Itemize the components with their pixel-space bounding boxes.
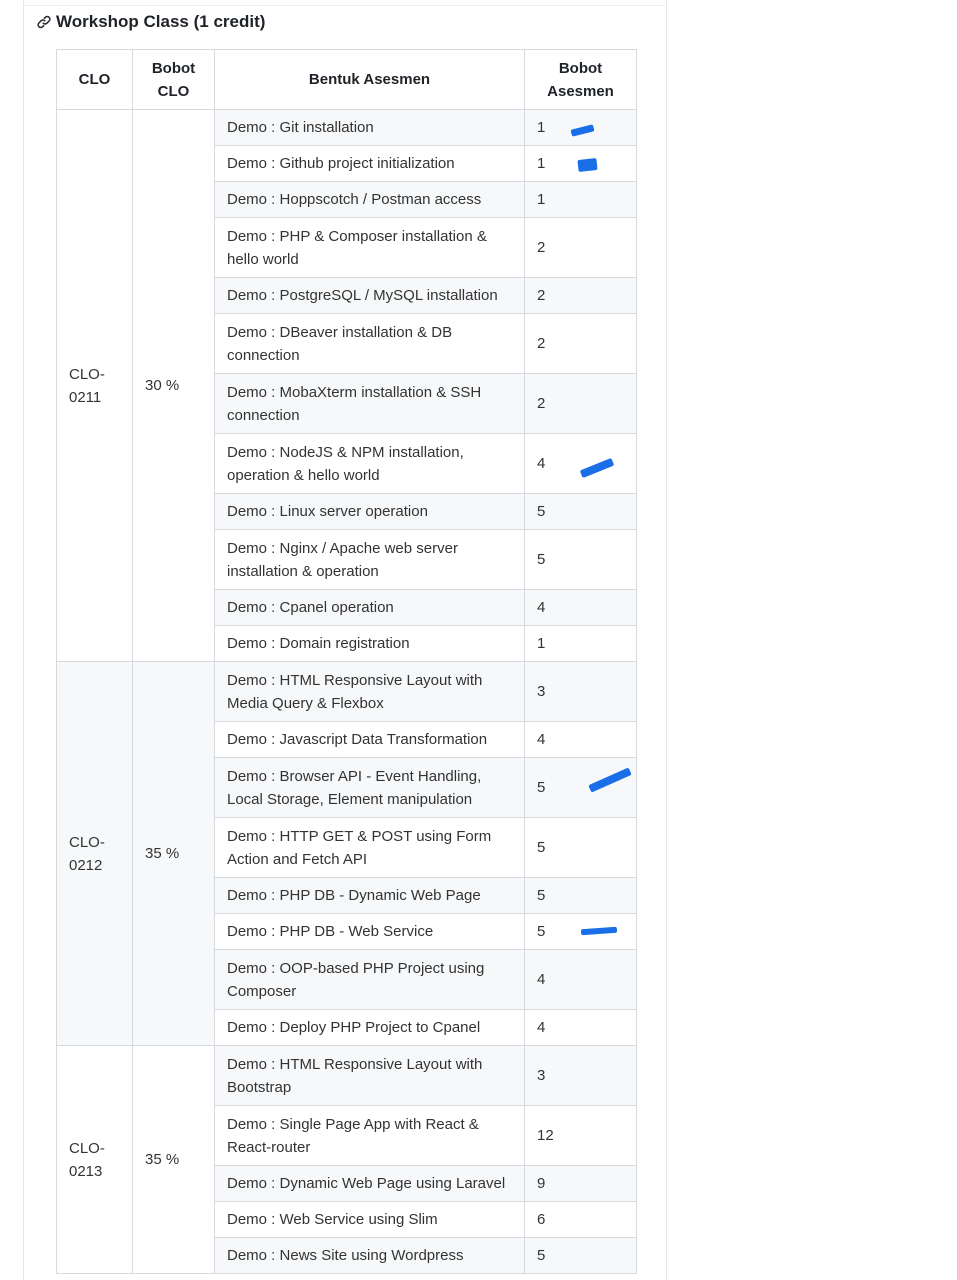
bentuk-asesmen-cell: Demo : NodeJS & NPM installation, operat… xyxy=(214,433,525,494)
bobot-clo-cell: 30 % xyxy=(132,109,215,662)
bobot-asesmen-cell: 6 xyxy=(524,1201,637,1238)
bobot-asesmen-cell: 4 xyxy=(524,949,637,1010)
bobot-asesmen-cell: 2 xyxy=(524,277,637,314)
bentuk-asesmen-cell: Demo : PHP DB - Web Service xyxy=(214,913,525,950)
bobot-asesmen-cell: 3 xyxy=(524,661,637,722)
bentuk-asesmen-cell: Demo : Hoppscotch / Postman access xyxy=(214,181,525,218)
bentuk-asesmen-cell: Demo : PostgreSQL / MySQL installation xyxy=(214,277,525,314)
bobot-asesmen-cell: 9 xyxy=(524,1165,637,1202)
bobot-clo-cell: 35 % xyxy=(132,661,215,1046)
table-body: CLO-0211 30 % Demo : Git installation 1 Demo… xyxy=(56,109,637,1274)
bobot-asesmen-cell: 5 xyxy=(524,529,637,590)
pen-mark xyxy=(577,158,598,172)
bobot-asesmen-cell: 4 xyxy=(524,589,637,626)
header-bobot-clo: Bobot CLO xyxy=(132,49,215,110)
top-divider xyxy=(23,5,667,6)
section-title: Workshop Class (1 credit) xyxy=(56,12,266,31)
bentuk-asesmen-cell: Demo : Web Service using Slim xyxy=(214,1201,525,1238)
bentuk-asesmen-cell: Demo : News Site using Wordpress xyxy=(214,1237,525,1274)
bentuk-asesmen-cell: Demo : MobaXterm installation & SSH conn… xyxy=(214,373,525,434)
bentuk-asesmen-cell: Demo : Git installation xyxy=(214,109,525,146)
bentuk-asesmen-cell: Demo : Nginx / Apache web server install… xyxy=(214,529,525,590)
bentuk-asesmen-cell: Demo : Single Page App with React & Reac… xyxy=(214,1105,525,1166)
assessment-table: CLO Bobot CLO Bentuk Asesmen Bobot Asesm… xyxy=(56,49,637,1274)
bentuk-asesmen-cell: Demo : DBeaver installation & DB connect… xyxy=(214,313,525,374)
bentuk-asesmen-cell: Demo : Domain registration xyxy=(214,625,525,662)
bobot-asesmen-cell: 5 xyxy=(524,877,637,914)
bobot-asesmen-cell: 5 xyxy=(524,493,637,530)
bentuk-asesmen-cell: Demo : Cpanel operation xyxy=(214,589,525,626)
bobot-clo-cell: 35 % xyxy=(132,1045,215,1274)
bentuk-asesmen-cell: Demo : Deploy PHP Project to Cpanel xyxy=(214,1009,525,1046)
bentuk-asesmen-cell: Demo : Javascript Data Transformation xyxy=(214,721,525,758)
bentuk-asesmen-cell: Demo : Browser API - Event Handling, Loc… xyxy=(214,757,525,818)
clo-cell: CLO-0211 xyxy=(56,109,133,662)
table-row: CLO-0213 35 % Demo : HTML Responsive Layou… xyxy=(56,1045,637,1274)
bobot-asesmen-cell: 4 xyxy=(524,721,637,758)
bobot-asesmen-cell: 1 xyxy=(524,625,637,662)
bentuk-asesmen-cell: Demo : HTTP GET & POST using Form Action… xyxy=(214,817,525,878)
bentuk-asesmen-cell: Demo : PHP & Composer installation & hel… xyxy=(214,217,525,278)
bentuk-asesmen-cell: Demo : OOP-based PHP Project using Compo… xyxy=(214,949,525,1010)
header-bobot-asesmen: Bobot Asesmen xyxy=(524,49,637,110)
bobot-asesmen-cell: 2 xyxy=(524,217,637,278)
bobot-asesmen-cell: 4 xyxy=(524,433,637,494)
section-heading: Workshop Class (1 credit) xyxy=(36,10,265,34)
bentuk-asesmen-cell: Demo : HTML Responsive Layout with Media… xyxy=(214,661,525,722)
bobot-asesmen-cell: 5 xyxy=(524,817,637,878)
table-row: CLO-0212 35 % Demo : HTML Responsive Layou… xyxy=(56,661,637,1046)
bentuk-asesmen-cell: Demo : Github project initialization xyxy=(214,145,525,182)
clo-cell: CLO-0212 xyxy=(56,661,133,1046)
bentuk-asesmen-cell: Demo : PHP DB - Dynamic Web Page xyxy=(214,877,525,914)
bobot-asesmen-cell: 5 xyxy=(524,1237,637,1274)
table-header-row: CLO Bobot CLO Bentuk Asesmen Bobot Asesm… xyxy=(56,49,637,110)
bobot-asesmen-cell: 3 xyxy=(524,1045,637,1106)
table-row: CLO-0211 30 % Demo : Git installation 1 xyxy=(56,109,637,662)
link-icon[interactable] xyxy=(36,14,52,30)
bobot-asesmen-cell: 4 xyxy=(524,1009,637,1046)
bobot-asesmen-cell: 5 xyxy=(524,757,637,818)
bobot-asesmen-cell: 1 xyxy=(524,181,637,218)
bentuk-asesmen-cell: Demo : Linux server operation xyxy=(214,493,525,530)
header-clo: CLO xyxy=(56,49,133,110)
header-bentuk-asesmen: Bentuk Asesmen xyxy=(214,49,525,110)
bobot-asesmen-cell: 2 xyxy=(524,373,637,434)
bobot-asesmen-cell: 12 xyxy=(524,1105,637,1166)
bobot-asesmen-cell: 2 xyxy=(524,313,637,374)
bentuk-asesmen-cell: Demo : Dynamic Web Page using Laravel xyxy=(214,1165,525,1202)
bentuk-asesmen-cell: Demo : HTML Responsive Layout with Boots… xyxy=(214,1045,525,1106)
clo-cell: CLO-0213 xyxy=(56,1045,133,1274)
